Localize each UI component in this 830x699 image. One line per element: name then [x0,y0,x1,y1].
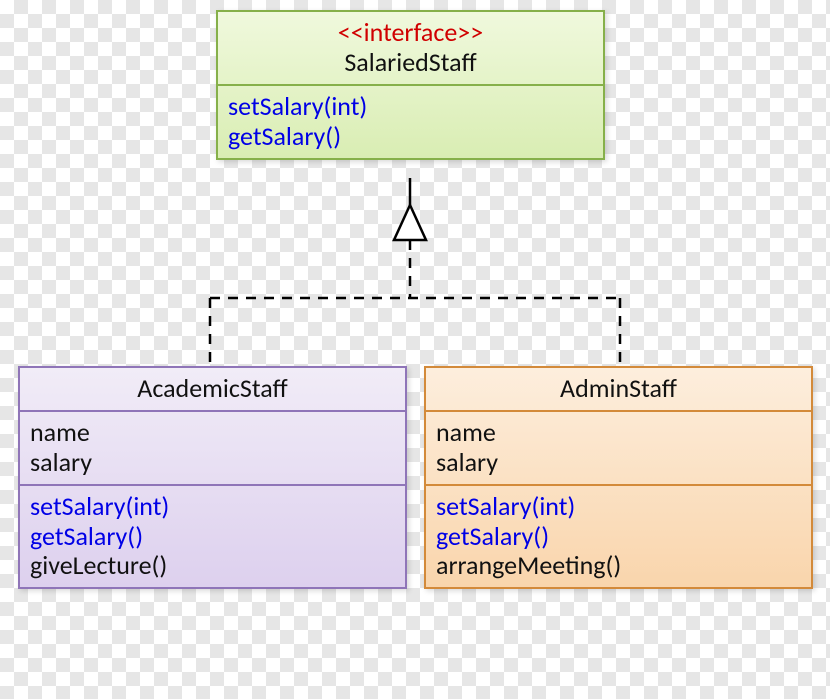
attribute: name [30,418,395,448]
methods-compartment: setSalary(int) getSalary() giveLecture() [20,484,405,588]
attributes-compartment: name salary [426,410,811,484]
class-name: SalariedStaff [228,48,593,78]
class-title-compartment: <<interface>> SalariedStaff [218,12,603,84]
class-title-compartment: AcademicStaff [20,368,405,410]
class-name: AdminStaff [436,374,801,404]
attribute: salary [436,448,801,478]
class-box-academicstaff: AcademicStaff name salary setSalary(int)… [18,366,407,589]
methods-compartment: setSalary(int) getSalary() arrangeMeetin… [426,484,811,588]
method: setSalary(int) [30,492,395,522]
class-title-compartment: AdminStaff [426,368,811,410]
method: getSalary() [228,122,593,152]
stereotype-label: <<interface>> [228,18,593,48]
method: setSalary(int) [436,492,801,522]
realization-arrowhead-icon [394,205,426,240]
class-name: AcademicStaff [30,374,395,404]
class-box-salariedstaff: <<interface>> SalariedStaff setSalary(in… [216,10,605,160]
method: getSalary() [30,522,395,552]
class-box-adminstaff: AdminStaff name salary setSalary(int) ge… [424,366,813,589]
method: setSalary(int) [228,92,593,122]
method: arrangeMeeting() [436,551,801,581]
attributes-compartment: name salary [20,410,405,484]
diagram-canvas: <<interface>> SalariedStaff setSalary(in… [0,0,830,699]
method: getSalary() [436,522,801,552]
attribute: salary [30,448,395,478]
method: giveLecture() [30,551,395,581]
attribute: name [436,418,801,448]
methods-compartment: setSalary(int) getSalary() [218,84,603,158]
